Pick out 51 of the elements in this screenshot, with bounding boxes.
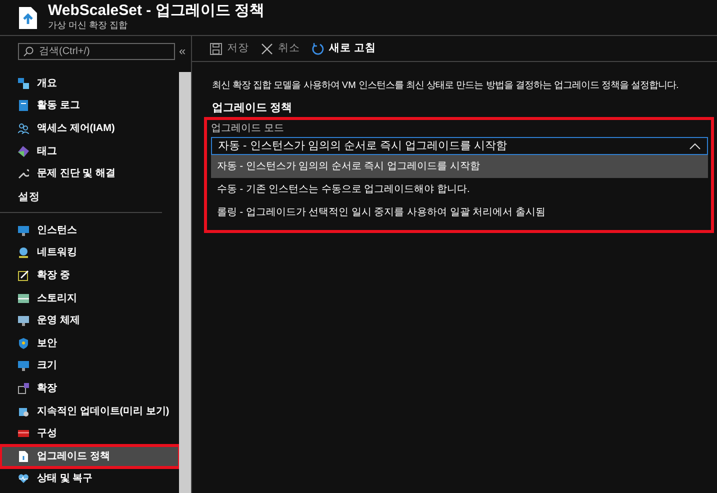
sidebar-item[interactable]: 구성 <box>0 422 180 445</box>
scrollbar[interactable] <box>179 72 191 493</box>
page-title: WebScaleSet - 업그레이드 정책 <box>48 2 264 19</box>
page-subtitle: 가상 머신 확장 집합 <box>48 19 129 32</box>
sidebar-item[interactable]: 크기 <box>0 354 180 378</box>
save-icon <box>210 42 222 54</box>
close-icon <box>261 42 273 54</box>
monitor-icon <box>18 224 29 236</box>
sidebar-item[interactable]: 지속적인 업데이트(미리 보기) <box>0 400 180 422</box>
sidebar-item[interactable]: 태그 <box>0 140 180 162</box>
sidebar-item[interactable]: 인스턴스 <box>0 218 180 242</box>
notebook-icon <box>18 100 29 112</box>
shield-icon <box>18 338 29 349</box>
section-label: 설정 <box>18 190 40 206</box>
monitor-icon <box>18 360 29 372</box>
section-heading: 업그레이드 정책 <box>212 100 294 116</box>
sidebar-item[interactable]: 확장 중 <box>0 264 180 287</box>
field-label: 업그레이드 모드 <box>211 122 285 136</box>
expand-icon <box>18 382 29 394</box>
sidebar-item[interactable]: 운영 체제 <box>0 309 180 332</box>
sidebar-item[interactable]: 스토리지 <box>0 286 180 310</box>
tag-icon <box>18 146 29 157</box>
caret-icon <box>689 142 701 150</box>
heart-monitor-icon <box>18 473 29 484</box>
refresh-icon <box>312 42 324 54</box>
sidebar-item[interactable]: 문제 진단 및 해결 <box>0 162 180 185</box>
storage-icon <box>18 292 29 304</box>
sidebar-item[interactable]: 상태 및 복구 <box>0 468 180 490</box>
sidebar-item[interactable]: 개요 <box>0 72 180 95</box>
sidebar-item[interactable]: 액세스 제어(IAM) <box>0 117 180 140</box>
sidebar-item[interactable]: 업그레이드 정책 <box>0 444 180 468</box>
sidebar-item[interactable]: 확장 <box>0 377 180 400</box>
refresh-button[interactable]: 새로 고침 <box>312 40 376 56</box>
description-text: 최신 확장 집합 모델을 사용하여 VM 인스턴스를 최신 상태로 만드는 방법을 결정하는 업그레이드 정책을 설정합니다. <box>212 79 680 92</box>
network-icon <box>18 247 29 258</box>
people-icon <box>18 122 29 134</box>
monitor-icon <box>18 315 29 326</box>
dropdown-option[interactable]: 자동 - 인스턴스가 임의의 순서로 즉시 업그레이드를 시작함 <box>211 155 708 178</box>
collapse-button[interactable]: « <box>179 42 186 60</box>
document-upload-icon <box>18 6 38 30</box>
sidebar-item[interactable]: 활동 로그 <box>0 94 180 118</box>
dropdown-option[interactable]: 수동 - 기존 인스턴스는 수동으로 업그레이드해야 합니다. <box>211 178 708 202</box>
dropdown-option[interactable]: 롤링 - 업그레이드가 선택적인 일시 중지를 사용하여 일괄 처리에서 출시됨 <box>211 201 708 224</box>
edit-icon <box>18 270 29 281</box>
cubes-icon <box>18 78 29 89</box>
search-field[interactable]: 검색(Ctrl+/) <box>18 42 175 60</box>
sidebar-item[interactable]: 보안 <box>0 332 180 355</box>
card-icon <box>18 428 29 440</box>
sidebar-item[interactable]: 네트워킹 <box>0 242 180 264</box>
mode-dropdown[interactable]: 자동 - 인스턴스가 임의의 순서로 즉시 업그레이드를 시작함 <box>211 137 708 156</box>
document-upload-icon <box>18 450 29 462</box>
